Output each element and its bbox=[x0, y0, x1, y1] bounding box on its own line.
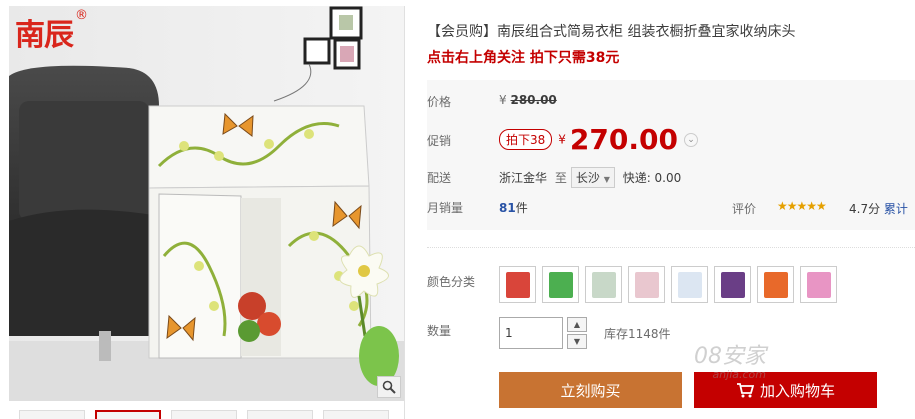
swatch-thumbnail bbox=[677, 271, 702, 298]
color-swatch[interactable] bbox=[671, 266, 708, 303]
stock-count: 库存1148件 bbox=[604, 327, 671, 341]
rating-score: 4.7分 累计 bbox=[849, 202, 908, 216]
original-price-value: 280.00 bbox=[510, 93, 557, 107]
promo-text: 点击右上角关注 拍下只需38元 bbox=[427, 50, 620, 66]
quantity-increase-button[interactable]: ▲ bbox=[567, 317, 587, 332]
destination-select[interactable]: 长沙 ▼ bbox=[570, 167, 615, 188]
price-panel: 价格 ¥ 280.00 促销 拍下38 ¥270.00 ⌄ 配送 浙江金华 至长沙 … bbox=[427, 80, 915, 230]
product-gallery: 南辰® bbox=[9, 6, 405, 419]
thumbnail-active[interactable] bbox=[95, 410, 161, 419]
swatch-thumbnail bbox=[548, 271, 573, 298]
promotion-label: 促销 bbox=[427, 134, 452, 148]
thumbnail[interactable] bbox=[171, 410, 237, 419]
thumbnail[interactable] bbox=[19, 410, 85, 419]
swatch-thumbnail bbox=[591, 271, 616, 298]
price-label: 价格 bbox=[427, 95, 452, 109]
sales-unit: 件 bbox=[515, 201, 528, 215]
currency-symbol: ¥ bbox=[558, 132, 566, 147]
swatch-thumbnail bbox=[634, 271, 659, 298]
brand-logo: 南辰® bbox=[15, 8, 88, 53]
thumbnail[interactable] bbox=[323, 410, 389, 419]
promotion-price-value: 270.00 bbox=[569, 123, 678, 156]
rating-label: 评价 bbox=[732, 202, 757, 216]
magnifier-icon bbox=[382, 380, 396, 394]
quantity-decrease-button[interactable]: ▼ bbox=[567, 334, 587, 349]
monthly-sales: 81件 bbox=[499, 199, 528, 216]
swatch-thumbnail bbox=[505, 271, 530, 298]
color-swatch[interactable] bbox=[800, 266, 837, 303]
swatch-thumbnail bbox=[806, 271, 831, 298]
color-swatches bbox=[499, 266, 837, 303]
quantity-label: 数量 bbox=[427, 324, 452, 338]
sales-label: 月销量 bbox=[427, 201, 464, 215]
thumbnail-strip bbox=[9, 410, 404, 419]
shipping-info: 浙江金华 至长沙 ▼ 快递: 0.00 bbox=[499, 167, 681, 188]
color-swatch[interactable] bbox=[499, 266, 536, 303]
zoom-button[interactable] bbox=[377, 376, 401, 398]
shipping-origin: 浙江金华 bbox=[499, 171, 548, 185]
promotion-tag: 拍下38 bbox=[499, 129, 553, 150]
caret-down-icon: ▼ bbox=[603, 175, 610, 184]
thumbnail[interactable] bbox=[247, 410, 313, 419]
star-rating-icon: ★★★★★ bbox=[777, 199, 827, 213]
original-price: ¥ 280.00 bbox=[499, 93, 557, 107]
product-illustration bbox=[9, 6, 404, 401]
divider bbox=[427, 247, 915, 248]
express-fee: 快递: 0.00 bbox=[622, 171, 682, 185]
product-photo[interactable]: 南辰® bbox=[9, 6, 404, 401]
cart-icon bbox=[736, 383, 754, 398]
watermark: 08安家 anjia.com bbox=[694, 344, 766, 381]
color-swatch[interactable] bbox=[628, 266, 665, 303]
cumulative-reviews-link[interactable]: 累计 bbox=[884, 202, 908, 216]
shipping-to: 至 bbox=[554, 171, 567, 185]
currency-symbol: ¥ bbox=[499, 93, 507, 107]
shipping-label: 配送 bbox=[427, 171, 452, 185]
swatch-thumbnail bbox=[763, 271, 788, 298]
quantity-input[interactable] bbox=[499, 317, 563, 349]
sales-count: 81 bbox=[499, 201, 516, 215]
promotion-price: 拍下38 ¥270.00 ⌄ bbox=[499, 123, 698, 156]
color-label: 颜色分类 bbox=[427, 275, 476, 289]
buy-now-button[interactable]: 立刻购买 bbox=[499, 372, 682, 408]
product-title: 【会员购】南辰组合式简易衣柜 组装衣橱折叠宜家收纳床头 bbox=[427, 24, 796, 40]
chevron-down-icon[interactable]: ⌄ bbox=[683, 132, 698, 147]
product-info: 【会员购】南辰组合式简易衣柜 组装衣橱折叠宜家收纳床头 点击右上角关注 拍下只需… bbox=[427, 0, 915, 419]
color-swatch[interactable] bbox=[757, 266, 794, 303]
color-swatch[interactable] bbox=[585, 266, 622, 303]
swatch-thumbnail bbox=[720, 271, 745, 298]
color-swatch[interactable] bbox=[714, 266, 751, 303]
color-swatch[interactable] bbox=[542, 266, 579, 303]
